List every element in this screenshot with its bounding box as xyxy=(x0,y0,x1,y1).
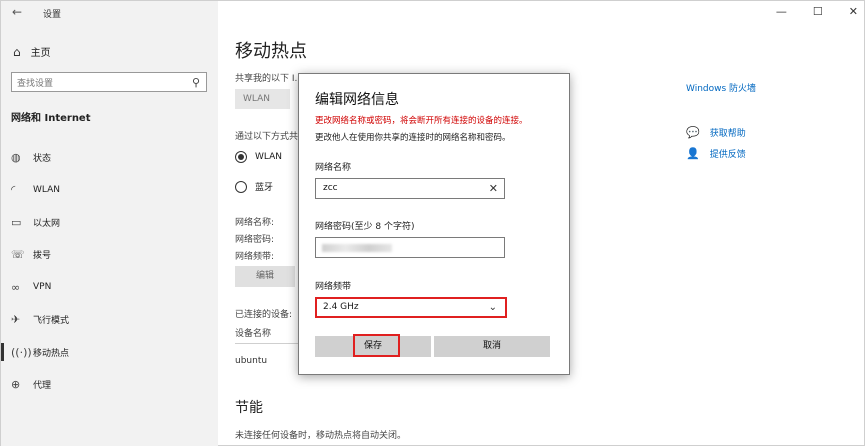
network-password-input[interactable] xyxy=(315,237,505,258)
edit-button[interactable]: 编辑 xyxy=(235,266,295,287)
info-password: 网络密码: xyxy=(235,235,275,245)
sidebar-item-label: 拨号 xyxy=(33,251,52,262)
chevron-down-icon: ⌄ xyxy=(488,302,497,313)
band-value: 2.4 GHz xyxy=(323,302,359,312)
share-label: 共享我的以下 I... xyxy=(235,74,304,84)
dialog-title: 编辑网络信息 xyxy=(315,92,399,108)
sidebar-item-label: 移动热点 xyxy=(33,348,70,359)
window-title: 设置 xyxy=(43,10,62,20)
dialog-note: 更改他人在使用你共享的连接时的网络名称和密码。 xyxy=(315,133,511,143)
status-icon: ◍ xyxy=(11,150,21,164)
page-title: 移动热点 xyxy=(235,41,307,62)
related-settings: Windows 防火墙 xyxy=(686,81,756,94)
device-row: ubuntu xyxy=(235,356,268,366)
hotspot-icon: ((·)) xyxy=(11,345,32,359)
minimize-icon[interactable]: — xyxy=(776,5,787,18)
search-input[interactable]: 查找设置 ⚲ xyxy=(11,72,207,92)
radio-bluetooth[interactable]: 蓝牙 xyxy=(235,180,273,193)
home-link[interactable]: ⌂ 主页 xyxy=(13,44,51,60)
feedback-icon: 👤 xyxy=(686,147,700,160)
network-info: 网络名称: 网络密码: 网络频带: xyxy=(235,215,274,266)
network-name-input[interactable]: zcc ✕ xyxy=(315,178,505,199)
radio-dot xyxy=(235,151,247,163)
sidebar-item-proxy[interactable]: ⊕ 代理 xyxy=(1,369,218,402)
back-arrow-icon[interactable]: ← xyxy=(12,5,22,19)
section-title: 网络和 Internet xyxy=(11,113,91,124)
settings-window: ← 设置 ⌂ 主页 查找设置 ⚲ 网络和 Internet ◍ 状态 ◜ WLA… xyxy=(0,0,865,446)
device-name-header: 设备名称 xyxy=(235,329,272,339)
ethernet-icon: ▭ xyxy=(11,215,22,229)
sidebar-item-vpn[interactable]: ∞ VPN xyxy=(1,271,218,304)
globe-icon: ⊕ xyxy=(11,378,21,392)
close-icon[interactable]: ✕ xyxy=(849,5,858,18)
radio-dot xyxy=(235,180,247,193)
window-controls: — ☐ ✕ xyxy=(776,5,858,18)
sidebar-item-wlan[interactable]: ◜ WLAN xyxy=(1,174,218,207)
dialog-warning: 更改网络名称或密码，将会断开所有连接的设备的连接。 xyxy=(315,116,528,126)
network-password-label: 网络密码(至少 8 个字符) xyxy=(315,222,415,232)
sidebar-item-label: 飞行模式 xyxy=(33,316,70,327)
dialup-icon: ☏ xyxy=(11,248,25,262)
sidebar-item-label: WLAN xyxy=(33,184,61,195)
edit-network-dialog: 编辑网络信息 更改网络名称或密码，将会断开所有连接的设备的连接。 更改他人在使用… xyxy=(298,73,570,375)
energy-description: 未连接任何设备时，移动热点将自动关闭。 xyxy=(235,431,407,441)
help-chat-icon: 💬 xyxy=(686,126,700,139)
wifi-icon: ◜ xyxy=(11,183,16,197)
feedback-link[interactable]: 👤 提供反馈 xyxy=(686,147,746,160)
radio-label: WLAN xyxy=(255,152,283,162)
sidebar-item-airplane[interactable]: ✈ 飞行模式 xyxy=(1,304,218,337)
sidebar-item-ethernet[interactable]: ▭ 以太网 xyxy=(1,206,218,239)
network-band-label: 网络频带 xyxy=(315,282,352,292)
sidebar-nav: ◍ 状态 ◜ WLAN ▭ 以太网 ☏ 拨号 ∞ VPN ✈ 飞行模式 ((·)… xyxy=(1,141,218,401)
airplane-icon: ✈ xyxy=(11,313,21,327)
sidebar-item-label: 代理 xyxy=(33,381,52,392)
search-icon: ⚲ xyxy=(191,75,200,89)
help-label: 获取帮助 xyxy=(709,129,746,139)
get-help-link[interactable]: 💬 获取帮助 xyxy=(686,126,746,139)
connected-devices-label: 已连接的设备: xyxy=(235,310,293,320)
save-button[interactable]: 保存 xyxy=(315,334,431,357)
password-redacted xyxy=(322,244,392,252)
cancel-button[interactable]: 取消 xyxy=(434,336,550,357)
sidebar-item-hotspot[interactable]: ((·)) 移动热点 xyxy=(1,336,218,369)
search-placeholder: 查找设置 xyxy=(17,78,54,89)
feedback-label: 提供反馈 xyxy=(709,150,746,160)
network-name-label: 网络名称 xyxy=(315,163,352,173)
sidebar-item-dialup[interactable]: ☏ 拨号 xyxy=(1,239,218,272)
home-icon: ⌂ xyxy=(13,44,21,59)
share-via-label: 通过以下方式共... xyxy=(235,132,307,142)
title-bar: ← 设置 xyxy=(1,1,218,27)
network-name-value: zcc xyxy=(323,183,338,193)
sidebar: ← 设置 ⌂ 主页 查找设置 ⚲ 网络和 Internet ◍ 状态 ◜ WLA… xyxy=(1,1,218,446)
highlight-box xyxy=(353,334,400,357)
sidebar-item-label: 以太网 xyxy=(33,218,61,229)
energy-section-title: 节能 xyxy=(235,400,263,416)
home-label: 主页 xyxy=(30,48,51,59)
vpn-icon: ∞ xyxy=(11,280,21,294)
radio-wlan[interactable]: WLAN xyxy=(235,151,282,163)
sidebar-item-label: 状态 xyxy=(33,153,52,164)
sidebar-item-label: VPN xyxy=(33,282,52,293)
info-name: 网络名称: xyxy=(235,218,275,228)
info-band: 网络频带: xyxy=(235,252,275,262)
radio-label: 蓝牙 xyxy=(255,183,274,193)
share-connection-select[interactable]: WLAN xyxy=(235,89,290,109)
firewall-link[interactable]: Windows 防火墙 xyxy=(686,84,756,94)
maximize-icon[interactable]: ☐ xyxy=(813,5,823,18)
clear-icon[interactable]: ✕ xyxy=(489,179,498,198)
sidebar-item-status[interactable]: ◍ 状态 xyxy=(1,141,218,174)
network-band-select[interactable]: 2.4 GHz ⌄ xyxy=(315,297,507,318)
